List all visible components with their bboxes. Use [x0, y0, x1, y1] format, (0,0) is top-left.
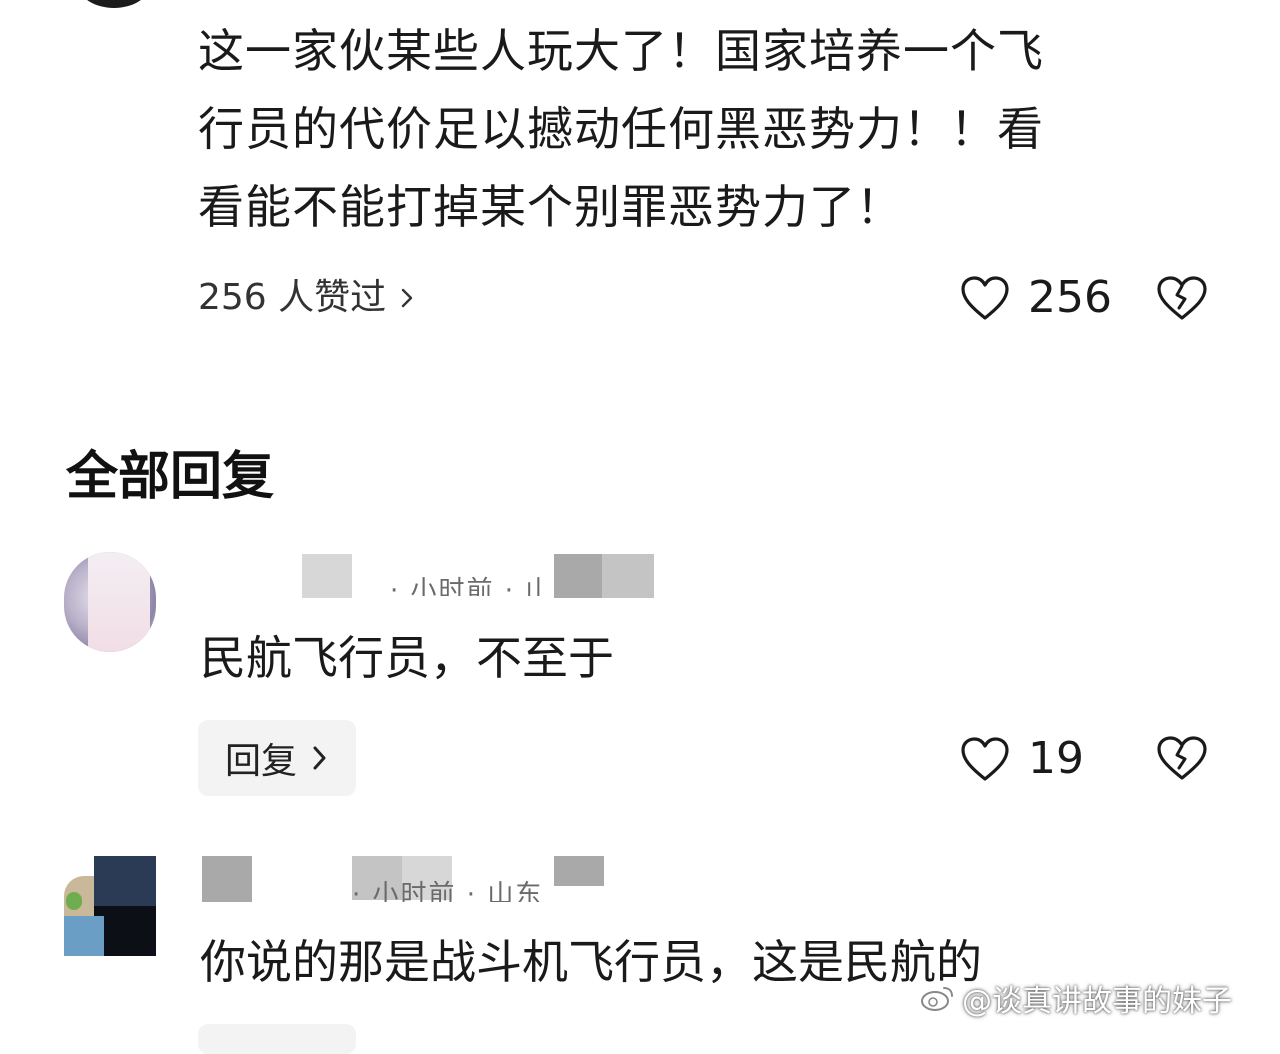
likes-summary-link[interactable]: 256 人赞过 — [198, 274, 418, 322]
heart-outline-icon — [961, 276, 1009, 320]
avatar-mosaic — [88, 552, 150, 652]
chevron-right-icon — [401, 288, 413, 308]
avatar-mosaic — [64, 916, 104, 956]
watermark-text: @谈真讲故事的妹子 — [962, 984, 1232, 1019]
heart-outline-icon — [961, 737, 1009, 781]
comment-dislike-button[interactable] — [1156, 274, 1208, 326]
username-mosaic — [202, 856, 252, 902]
replies-section-title: 全部回复 — [66, 447, 275, 507]
comment-line-3: 看能不能打掉某个别罪恶势力了！ — [198, 180, 903, 234]
reply-like-count: 19 — [1028, 733, 1084, 784]
view-replies-button[interactable] — [198, 1024, 356, 1054]
reply-like-button[interactable]: 19 — [960, 733, 1084, 785]
avatar-mosaic — [66, 892, 82, 910]
avatar-mosaic — [94, 856, 156, 910]
comment-like-count: 256 — [1028, 272, 1112, 323]
reply-dislike-button[interactable] — [1156, 734, 1208, 786]
comment-like-button[interactable]: 256 — [960, 272, 1112, 324]
meta-mosaic — [554, 554, 602, 598]
comment-line-2: 行员的代价足以撼动任何黑恶势力！！看 — [198, 102, 1044, 156]
reply-avatar[interactable] — [64, 552, 156, 652]
likes-summary-label: 256 人赞过 — [198, 277, 387, 318]
reply-text: 民航飞行员，不至于 — [200, 631, 614, 685]
meta-mosaic — [602, 554, 654, 598]
watermark: @谈真讲故事的妹子 — [920, 976, 1232, 1020]
reply-avatar[interactable] — [64, 856, 156, 956]
view-replies-button[interactable]: 回复 — [198, 720, 356, 796]
comment-line-1: 这一家伙某些人玩大了！国家培养一个飞 — [198, 24, 1044, 78]
chevron-right-icon — [313, 746, 326, 770]
reply-meta: · 小时前 · 山东 — [352, 880, 544, 902]
reply-text: 你说的那是战斗机飞行员，这是民航的 — [200, 935, 982, 989]
comment-text: 这一家伙某些人玩大了！国家培养一个飞 行员的代价足以撼动任何黑恶势力！！看 看能… — [198, 12, 1178, 246]
username-mosaic — [302, 554, 352, 598]
broken-heart-icon — [1157, 276, 1207, 320]
weibo-icon — [921, 987, 953, 1011]
reply-meta: · 小时前 · 山东 — [390, 576, 540, 596]
reply-button-label: 回复 — [224, 741, 297, 782]
commenter-avatar[interactable] — [78, 0, 150, 8]
broken-heart-icon — [1157, 736, 1207, 780]
